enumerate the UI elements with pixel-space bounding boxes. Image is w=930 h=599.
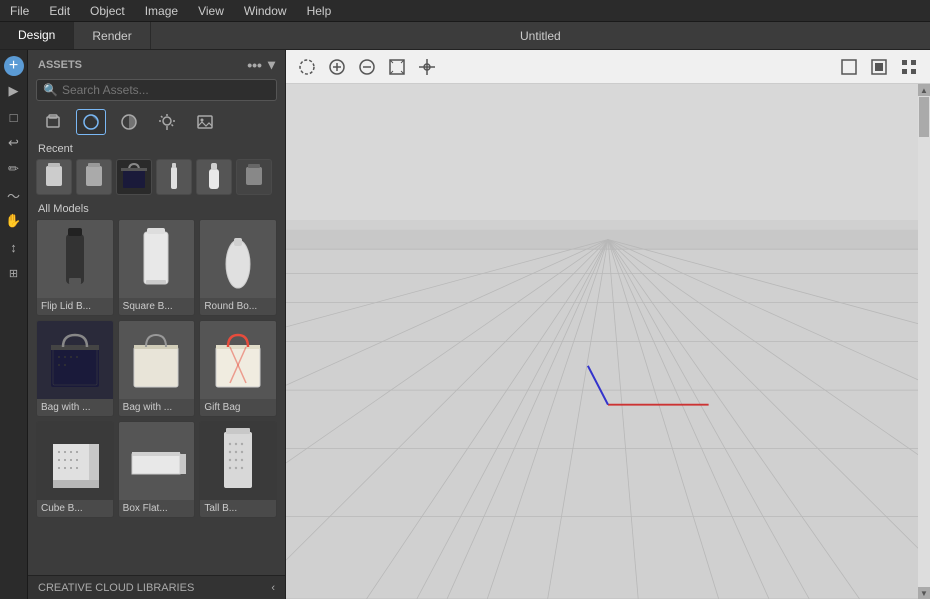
model-item-bag-light[interactable]: Bag with ... bbox=[118, 320, 196, 417]
left-toolbar: + ▶ □ ↩ ✏ 〜 ✋ ↕ ⊞ bbox=[0, 50, 28, 599]
cloud-collapse-icon: ‹ bbox=[271, 582, 275, 594]
model-thumb-bag-dark bbox=[37, 321, 113, 399]
models-grid: Flip Lid B... Square B... Round Bo... bbox=[36, 219, 277, 518]
menu-help[interactable]: Help bbox=[303, 4, 336, 18]
fit-vp-tool[interactable] bbox=[384, 54, 410, 80]
menu-object[interactable]: Object bbox=[86, 4, 129, 18]
assets-title: ASSETS bbox=[38, 59, 82, 71]
model-thumb-bag-light bbox=[119, 321, 195, 399]
add-object-button[interactable]: + bbox=[4, 56, 24, 76]
model-item-flat-box[interactable]: Box Flat... bbox=[118, 421, 196, 518]
viewport-toolbar-right bbox=[836, 54, 922, 80]
model-thumb-square-b bbox=[119, 220, 195, 298]
grid-vp-tool[interactable] bbox=[896, 54, 922, 80]
curve-tool[interactable]: 〜 bbox=[3, 184, 25, 206]
add-vp-tool[interactable] bbox=[324, 54, 350, 80]
assets-header-controls: ••• ▾ bbox=[247, 56, 275, 73]
model-label-bag-light: Bag with ... bbox=[119, 399, 195, 416]
scroll-down-arrow[interactable]: ▼ bbox=[918, 587, 930, 599]
undo-tool[interactable]: ↩ bbox=[3, 132, 25, 154]
viewport-scrollbar[interactable]: ▲ ▼ bbox=[918, 84, 930, 599]
model-thumb-flat-box bbox=[119, 422, 195, 500]
rectangle-tool[interactable]: □ bbox=[3, 106, 25, 128]
hand-tool[interactable]: ✋ bbox=[3, 210, 25, 232]
model-label-tall-b: Tall B... bbox=[200, 500, 276, 517]
model-thumb-round-bo bbox=[200, 220, 276, 298]
move-tool[interactable]: ↕ bbox=[3, 236, 25, 258]
menu-file[interactable]: File bbox=[6, 4, 33, 18]
grid-tool[interactable]: ⊞ bbox=[3, 262, 25, 284]
render-vp-tool[interactable] bbox=[866, 54, 892, 80]
scroll-thumb[interactable] bbox=[919, 97, 929, 137]
recent-section: Recent bbox=[28, 139, 285, 203]
viewport-toolbar bbox=[286, 50, 930, 84]
all-models-label: All Models bbox=[36, 203, 277, 215]
tab-design[interactable]: Design bbox=[0, 22, 74, 49]
cat-objects[interactable] bbox=[38, 109, 68, 135]
cloud-label: CREATIVE CLOUD LIBRARIES bbox=[38, 582, 194, 594]
cat-shapes[interactable] bbox=[76, 109, 106, 135]
all-models-section: All Models Flip Lid B... Square B... bbox=[28, 203, 285, 575]
scroll-up-arrow[interactable]: ▲ bbox=[918, 84, 930, 96]
recent-item-2[interactable] bbox=[116, 159, 152, 195]
cat-lights[interactable] bbox=[152, 109, 182, 135]
select-tool[interactable]: ▶ bbox=[3, 80, 25, 102]
pen-tool[interactable]: ✏ bbox=[3, 158, 25, 180]
search-bar: 🔍 bbox=[36, 79, 277, 101]
snap-vp-tool[interactable] bbox=[414, 54, 440, 80]
frame-vp-tool[interactable] bbox=[836, 54, 862, 80]
model-item-bag-dark[interactable]: Bag with ... bbox=[36, 320, 114, 417]
viewport[interactable]: ▲ ▼ bbox=[286, 50, 930, 599]
recent-item-5[interactable] bbox=[236, 159, 272, 195]
subtract-vp-tool[interactable] bbox=[354, 54, 380, 80]
menu-window[interactable]: Window bbox=[240, 4, 291, 18]
assets-dropdown-icon[interactable]: ▾ bbox=[268, 56, 275, 73]
document-title: Untitled bbox=[151, 29, 930, 43]
model-thumb-cube bbox=[37, 422, 113, 500]
assets-more-icon[interactable]: ••• bbox=[247, 57, 262, 73]
model-label-cube: Cube B... bbox=[37, 500, 113, 517]
recent-item-1[interactable] bbox=[76, 159, 112, 195]
model-item-square-b[interactable]: Square B... bbox=[118, 219, 196, 316]
model-label-flip-lid: Flip Lid B... bbox=[37, 298, 113, 315]
model-label-round-bo: Round Bo... bbox=[200, 298, 276, 315]
recent-row bbox=[36, 159, 277, 195]
model-label-flat-box: Box Flat... bbox=[119, 500, 195, 517]
model-label-gift-bag: Gift Bag bbox=[200, 399, 276, 416]
model-item-flip-lid[interactable]: Flip Lid B... bbox=[36, 219, 114, 316]
grid-canvas bbox=[286, 84, 930, 599]
cat-materials[interactable] bbox=[114, 109, 144, 135]
cat-images[interactable] bbox=[190, 109, 220, 135]
tabbar: Design Render Untitled bbox=[0, 22, 930, 50]
model-item-round-bo[interactable]: Round Bo... bbox=[199, 219, 277, 316]
model-item-tall-b[interactable]: Tall B... bbox=[199, 421, 277, 518]
model-thumb-flip-lid bbox=[37, 220, 113, 298]
model-label-square-b: Square B... bbox=[119, 298, 195, 315]
assets-panel: ASSETS ••• ▾ 🔍 bbox=[28, 50, 286, 599]
menubar: File Edit Object Image View Window Help bbox=[0, 0, 930, 22]
menu-edit[interactable]: Edit bbox=[45, 4, 74, 18]
menu-image[interactable]: Image bbox=[141, 4, 182, 18]
search-input[interactable] bbox=[62, 83, 270, 97]
model-thumb-tall-b bbox=[200, 422, 276, 500]
scroll-track[interactable] bbox=[918, 96, 930, 587]
menu-view[interactable]: View bbox=[194, 4, 228, 18]
model-thumb-gift-bag bbox=[200, 321, 276, 399]
recent-item-3[interactable] bbox=[156, 159, 192, 195]
recent-item-0[interactable] bbox=[36, 159, 72, 195]
recent-label: Recent bbox=[36, 143, 277, 155]
model-item-cube[interactable]: Cube B... bbox=[36, 421, 114, 518]
main-area: + ▶ □ ↩ ✏ 〜 ✋ ↕ ⊞ ASSETS ••• ▾ 🔍 bbox=[0, 50, 930, 599]
tab-render[interactable]: Render bbox=[74, 22, 150, 49]
search-icon: 🔍 bbox=[43, 83, 58, 97]
model-label-bag-dark: Bag with ... bbox=[37, 399, 113, 416]
cloud-libraries-bar[interactable]: CREATIVE CLOUD LIBRARIES ‹ bbox=[28, 575, 285, 599]
assets-header: ASSETS ••• ▾ bbox=[28, 50, 285, 77]
model-item-gift-bag[interactable]: Gift Bag bbox=[199, 320, 277, 417]
select-circle-tool[interactable] bbox=[294, 54, 320, 80]
category-row bbox=[28, 105, 285, 139]
recent-item-4[interactable] bbox=[196, 159, 232, 195]
